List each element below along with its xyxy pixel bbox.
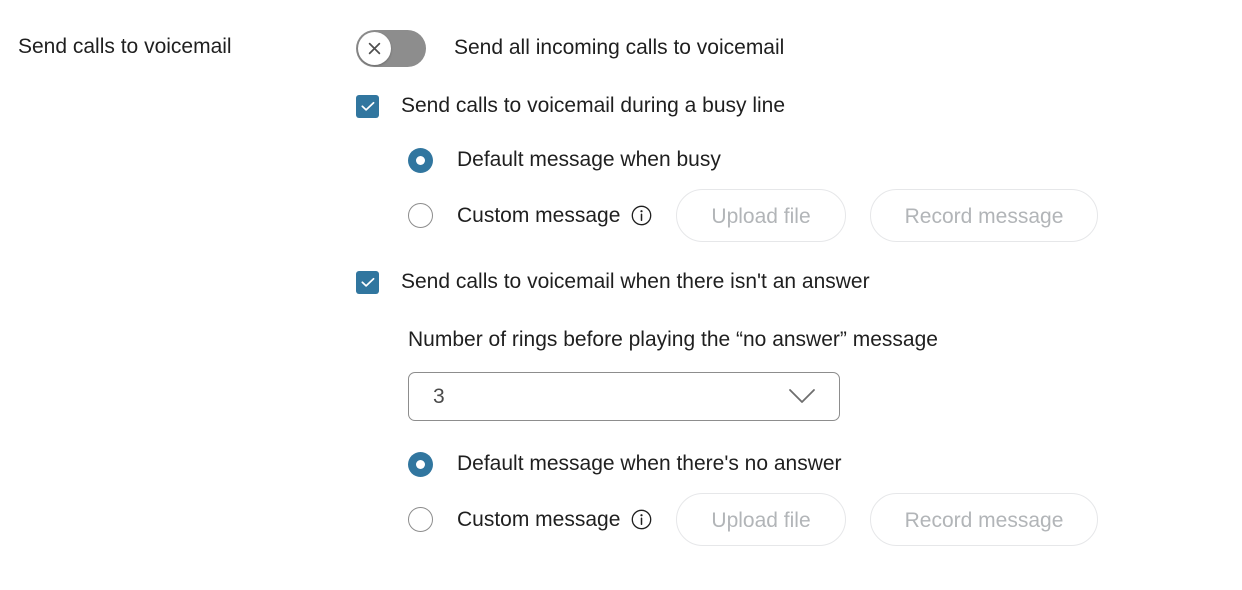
radio-dot — [416, 155, 425, 165]
number-of-rings-label: Number of rings before playing the “no a… — [408, 328, 938, 351]
busy-default-message-radio[interactable] — [408, 147, 433, 173]
info-circle-icon[interactable] — [631, 205, 652, 226]
voicemail-settings-panel: Send calls to voicemail Send all incomin… — [0, 0, 1242, 590]
busy-line-checkbox[interactable] — [356, 94, 379, 118]
no-answer-record-message-button[interactable]: Record message — [869, 493, 1099, 546]
busy-options-group: Default message when busy Custom message… — [408, 145, 1216, 242]
busy-default-message-row: Default message when busy — [408, 145, 1216, 175]
number-of-rings-select[interactable]: 3 — [408, 372, 840, 421]
busy-custom-message-row: Custom message Upload file Record messag… — [408, 189, 1216, 242]
busy-record-message-button[interactable]: Record message — [869, 189, 1099, 242]
check-icon — [360, 277, 375, 288]
chevron-down-icon — [787, 387, 817, 407]
busy-line-row: Send calls to voicemail during a busy li… — [356, 92, 1216, 120]
no-answer-custom-message-row: Custom message Upload file Record messag… — [408, 493, 1216, 546]
send-all-calls-row: Send all incoming calls to voicemail — [356, 26, 1216, 70]
no-answer-default-message-label: Default message when there's no answer — [457, 452, 842, 475]
no-answer-label: Send calls to voicemail when there isn't… — [401, 270, 870, 293]
busy-custom-message-radio[interactable] — [408, 203, 433, 228]
radio-dot — [416, 459, 425, 469]
no-answer-checkbox[interactable] — [356, 270, 379, 294]
info-circle-icon[interactable] — [631, 509, 652, 530]
no-answer-custom-message-label: Custom message — [457, 507, 621, 531]
send-all-incoming-calls-label: Send all incoming calls to voicemail — [454, 36, 785, 59]
busy-line-label: Send calls to voicemail during a busy li… — [401, 94, 786, 117]
no-answer-default-message-row: Default message when there's no answer — [408, 449, 1216, 479]
no-answer-default-message-radio[interactable] — [408, 451, 433, 477]
section-label: Send calls to voicemail — [18, 35, 232, 58]
check-icon — [360, 101, 375, 112]
no-answer-options-group: Number of rings before playing the “no a… — [408, 326, 1216, 546]
settings-fields: Send all incoming calls to voicemail Sen… — [356, 26, 1216, 546]
busy-upload-file-button[interactable]: Upload file — [676, 189, 846, 242]
busy-default-message-label: Default message when busy — [457, 148, 721, 171]
send-all-incoming-calls-toggle[interactable] — [356, 29, 426, 67]
no-answer-row: Send calls to voicemail when there isn't… — [356, 268, 1216, 296]
no-answer-custom-message-radio[interactable] — [408, 507, 433, 532]
toggle-knob — [358, 31, 391, 65]
number-of-rings-value: 3 — [433, 385, 445, 408]
close-x-icon — [367, 41, 382, 56]
no-answer-upload-file-button[interactable]: Upload file — [676, 493, 846, 546]
busy-custom-message-label: Custom message — [457, 203, 621, 227]
